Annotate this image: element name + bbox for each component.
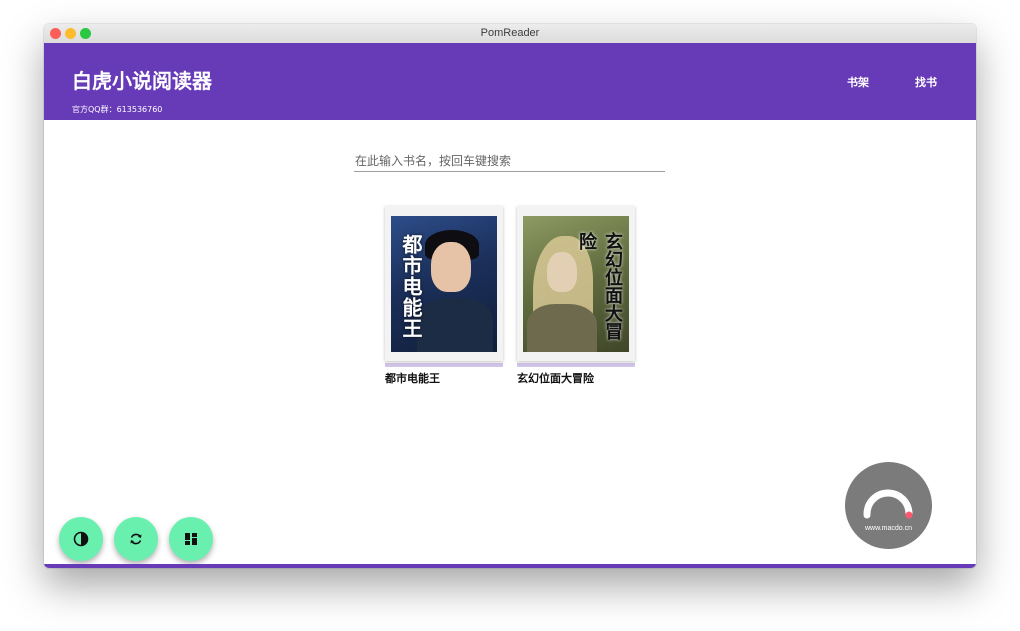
search-input[interactable] — [354, 151, 667, 171]
book-cover-image: 都市电能王 — [391, 216, 497, 352]
refresh-icon — [130, 533, 142, 545]
app-title: 白虎小说阅读器 — [72, 69, 212, 93]
bottom-accent-bar — [44, 564, 976, 568]
contrast-icon — [73, 531, 89, 547]
reading-progress-bar — [385, 363, 503, 367]
book-card: 玄幻位面大冒险 — [517, 206, 635, 361]
cover-title: 都市电能王 — [399, 234, 423, 339]
watermark-text: www.macdo.cn — [864, 525, 913, 532]
cover-title: 玄幻位面大冒险 — [576, 232, 623, 340]
title-bar: PomReader — [44, 24, 976, 44]
book-title: 都市电能王 — [385, 372, 440, 385]
app-window: PomReader 白虎小说阅读器 官方QQ群：613536760 书架 找书 … — [44, 24, 976, 568]
search-field — [354, 150, 667, 172]
reading-progress-bar — [517, 363, 635, 367]
app-header: 白虎小说阅读器 官方QQ群：613536760 书架 找书 — [44, 43, 976, 120]
book-card: 都市电能王 — [385, 206, 503, 361]
toggle-theme-button[interactable] — [59, 517, 103, 561]
book-cover-image: 玄幻位面大冒险 — [523, 216, 629, 352]
nav-bookshelf[interactable]: 书架 — [847, 74, 869, 90]
book-item[interactable]: 都市电能王 都市电能王 — [385, 206, 503, 386]
qq-group-text: 官方QQ群：613536760 — [72, 105, 163, 114]
dashboard-icon — [185, 533, 197, 545]
book-title: 玄幻位面大冒险 — [517, 372, 594, 385]
book-item[interactable]: 玄幻位面大冒险 玄幻位面大冒险 — [517, 206, 635, 386]
refresh-button[interactable] — [114, 517, 158, 561]
window-title: PomReader — [480, 27, 540, 39]
watermark-logo: www.macdo.cn — [845, 462, 932, 549]
layout-button[interactable] — [169, 517, 213, 561]
logo-arc-icon — [863, 489, 913, 519]
nav-find-books[interactable]: 找书 — [915, 74, 937, 90]
